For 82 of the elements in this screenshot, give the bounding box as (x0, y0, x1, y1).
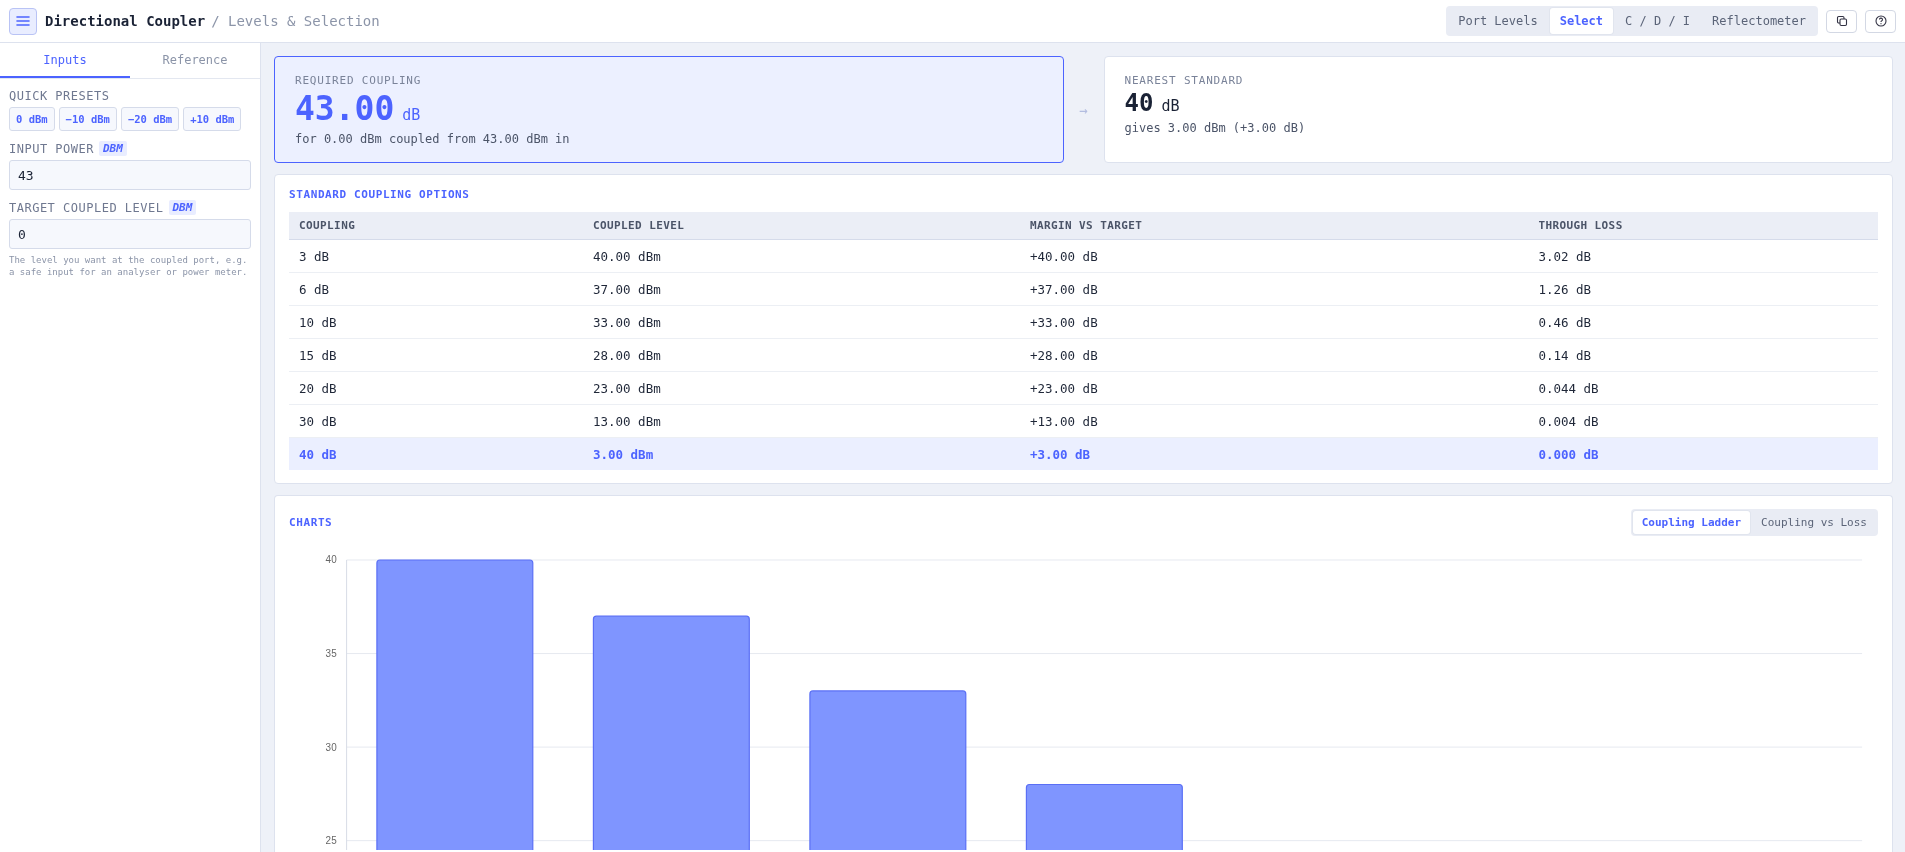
table-row[interactable]: 20 dB 23.00 dBm +23.00 dB 0.044 dB (289, 371, 1878, 405)
table-cell: 1.26 dB (1528, 272, 1878, 306)
mode-tab[interactable]: Reflectometer (1702, 8, 1816, 34)
preset-button[interactable]: +10 dBm (183, 107, 242, 131)
unit-tag: DBM (99, 141, 127, 156)
preset-button[interactable]: 0 dBm (9, 107, 55, 131)
table-cell: +28.00 dB (1019, 338, 1529, 372)
column-header: THROUGH LOSS (1528, 212, 1878, 240)
arrow-glyph: → (1078, 101, 1089, 118)
table-cell: 0.044 dB (1528, 371, 1878, 405)
unit-label: dB (1161, 97, 1180, 115)
app-title: Directional Coupler (45, 13, 206, 29)
column-header: MARGIN VS TARGET (1019, 212, 1529, 240)
table-cell: +3.00 dB (1019, 437, 1529, 470)
mode-tab[interactable]: Select (1549, 8, 1614, 34)
table-cell: +37.00 dB (1019, 272, 1529, 306)
card-note: for 0.00 dBm coupled from 43.00 dBm in (295, 132, 571, 146)
table-row[interactable]: 3 dB 40.00 dBm +40.00 dB 3.02 dB (289, 239, 1878, 273)
panel-title: CHARTS (289, 516, 333, 529)
table-cell: 0.46 dB (1528, 305, 1878, 339)
mode-tab[interactable]: Port Levels (1448, 8, 1548, 34)
table-cell: 33.00 dBm (582, 305, 1020, 339)
table-cell: +40.00 dB (1019, 239, 1529, 273)
help-button[interactable] (1865, 9, 1896, 33)
table-cell: 0.14 dB (1528, 338, 1878, 372)
axis-tick-label: 35 (325, 648, 337, 660)
table-row[interactable]: 10 dB 33.00 dBm +33.00 dB 0.46 dB (289, 305, 1878, 339)
table-cell: 30 dB (289, 404, 583, 438)
table-cell: 28.00 dBm (582, 338, 1020, 372)
table-row[interactable]: 6 dB 37.00 dBm +37.00 dB 1.26 dB (289, 272, 1878, 306)
menu-icon (16, 15, 30, 27)
table-cell: 3.02 dB (1528, 239, 1878, 273)
menu-button[interactable] (9, 7, 37, 35)
table-row[interactable]: 15 dB 28.00 dBm +28.00 dB 0.14 dB (289, 338, 1878, 372)
card-label: REQUIRED COUPLING (295, 74, 423, 87)
table-cell: 0.000 dB (1528, 437, 1878, 470)
table-cell: 20 dB (289, 371, 583, 405)
panel-title: STANDARD COUPLING OPTIONS (289, 188, 471, 201)
table-cell: 10 dB (289, 305, 583, 339)
column-header: COUPLED LEVEL (582, 212, 1020, 240)
card-label: NEAREST STANDARD (1124, 74, 1245, 87)
table-cell: 23.00 dBm (582, 371, 1020, 405)
coupling-value: 43.00 (295, 89, 395, 128)
help-icon (1874, 15, 1887, 27)
axis-tick-label: 40 (325, 554, 337, 566)
table-cell: 37.00 dBm (582, 272, 1020, 306)
breadcrumb: / Levels & Selection (211, 13, 380, 29)
table-cell: 3.00 dBm (582, 437, 1020, 470)
field-hint: The level you want at the coupled port, e.g. a safe input for an analyser or power meter. (9, 254, 249, 279)
table-cell: 15 dB (289, 338, 583, 372)
mode-tab[interactable]: C / D / I (1615, 8, 1701, 34)
table-cell: 13.00 dBm (582, 404, 1020, 438)
copy-button[interactable] (1826, 9, 1857, 33)
unit-tag: DBM (168, 200, 197, 215)
field-label: INPUT POWER (9, 141, 94, 156)
sidebar-tab[interactable]: Inputs (0, 43, 130, 78)
axis-tick-label: 25 (325, 835, 337, 847)
card-note: gives 3.00 dBm (+3.00 dB) (1124, 121, 1307, 135)
table-cell: 40 dB (289, 437, 583, 470)
chart-tab[interactable]: Coupling Ladder (1632, 511, 1751, 534)
chart-tab[interactable]: Coupling vs Loss (1752, 511, 1876, 534)
table-cell: 6 dB (289, 272, 583, 306)
input-field[interactable]: 43 (9, 160, 251, 190)
input-field[interactable]: 0 (9, 219, 251, 249)
field-label: TARGET COUPLED LEVEL (9, 200, 164, 215)
copy-icon (1835, 15, 1848, 27)
table-cell: +33.00 dB (1019, 305, 1529, 339)
column-header: COUPLING (289, 212, 583, 240)
table-row[interactable]: 30 dB 13.00 dBm +13.00 dB 0.004 dB (289, 404, 1878, 438)
unit-label: dB (402, 106, 421, 124)
table-cell: +23.00 dB (1019, 371, 1529, 405)
preset-button[interactable]: −10 dBm (58, 107, 117, 131)
table-row[interactable]: 40 dB 3.00 dBm +3.00 dB 0.000 dB (289, 437, 1878, 470)
table-cell: +13.00 dB (1019, 404, 1529, 438)
table-cell: 40.00 dBm (582, 239, 1020, 273)
standard-value: 40 (1124, 89, 1154, 117)
axis-tick-label: 30 (325, 741, 337, 753)
preset-button[interactable]: −20 dBm (120, 107, 180, 131)
table-cell: 0.004 dB (1528, 404, 1878, 438)
table-cell: 3 dB (289, 239, 583, 273)
section-label: QUICK PRESETS (9, 89, 111, 103)
sidebar-tab[interactable]: Reference (130, 43, 260, 78)
